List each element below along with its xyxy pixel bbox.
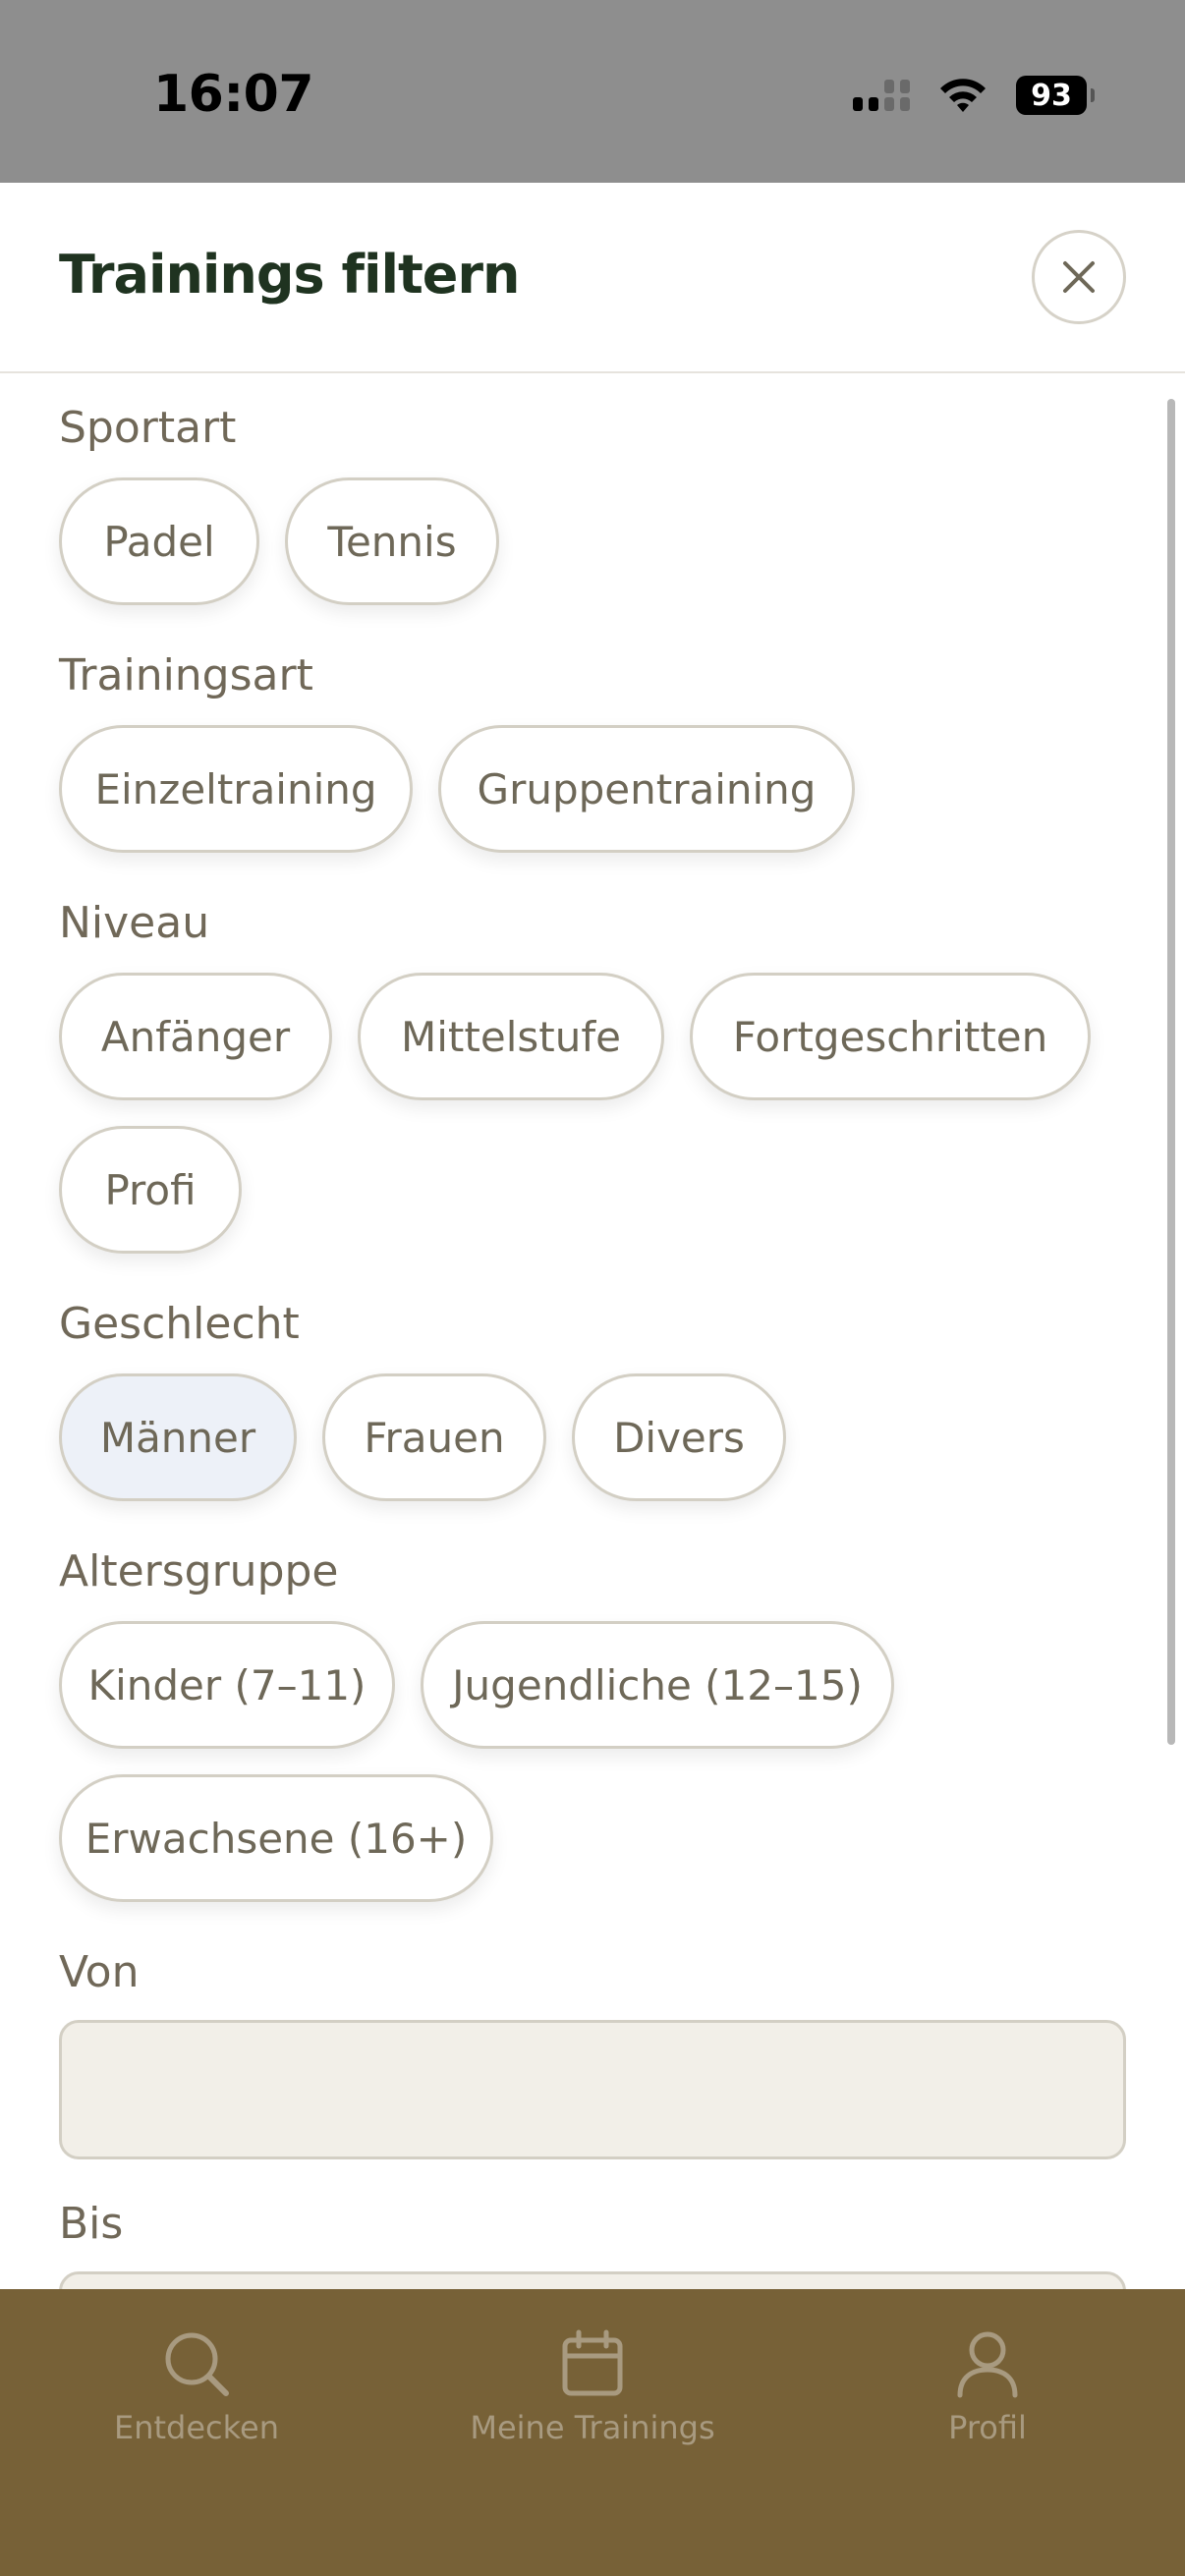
section-level: Niveau bbox=[59, 898, 209, 948]
search-icon bbox=[165, 2332, 229, 2396]
close-button[interactable] bbox=[1032, 230, 1126, 324]
tab-profil[interactable]: Profil bbox=[840, 2328, 1135, 2446]
section-label-sport: Sportart bbox=[59, 403, 237, 453]
sheet-title: Trainings filtern bbox=[59, 244, 520, 306]
tab-bar: Entdecken Meine Trainings Profil bbox=[0, 2289, 1185, 2576]
tab-entdecken[interactable]: Entdecken bbox=[49, 2328, 344, 2446]
section-sport: Sportart bbox=[59, 403, 236, 453]
filter-sheet: Trainings filtern Sportart Padel Tennis … bbox=[0, 183, 1185, 2411]
chip-divers[interactable]: Divers bbox=[572, 1373, 786, 1501]
chip-fortgeschritten[interactable]: Fortgeschritten bbox=[690, 973, 1091, 1100]
chip-tennis[interactable]: Tennis bbox=[285, 477, 499, 605]
section-label-gender: Geschlecht bbox=[59, 1299, 300, 1349]
wifi-icon bbox=[940, 79, 986, 112]
chip-kinder[interactable]: Kinder (7–11) bbox=[59, 1621, 395, 1749]
scrollbar[interactable] bbox=[1167, 399, 1175, 1745]
section-type: Trainingsart bbox=[59, 650, 313, 700]
battery-level: 93 bbox=[1031, 78, 1072, 113]
section-label-type: Trainingsart bbox=[59, 650, 313, 700]
chip-maenner[interactable]: Männer bbox=[59, 1373, 297, 1501]
cellular-signal-icon bbox=[853, 80, 910, 111]
tab-label-entdecken: Entdecken bbox=[114, 2409, 279, 2446]
chip-frauen[interactable]: Frauen bbox=[322, 1373, 546, 1501]
chip-gruppentraining[interactable]: Gruppentraining bbox=[438, 725, 855, 853]
chip-padel[interactable]: Padel bbox=[59, 477, 259, 605]
section-age: Altersgruppe bbox=[59, 1546, 339, 1596]
tab-label-meine-trainings: Meine Trainings bbox=[470, 2409, 715, 2446]
chip-erwachsene[interactable]: Erwachsene (16+) bbox=[59, 1774, 493, 1902]
calendar-icon bbox=[562, 2329, 623, 2396]
chip-mittelstufe[interactable]: Mittelstufe bbox=[358, 973, 664, 1100]
section-gender: Geschlecht bbox=[59, 1299, 300, 1349]
section-label-level: Niveau bbox=[59, 898, 210, 948]
status-icons: 93 bbox=[853, 71, 1095, 120]
status-bar: 16:07 93 bbox=[0, 0, 1185, 183]
chip-anfaenger[interactable]: Anfänger bbox=[59, 973, 332, 1100]
section-label-age: Altersgruppe bbox=[59, 1546, 339, 1596]
chip-jugendliche[interactable]: Jugendliche (12–15) bbox=[421, 1621, 894, 1749]
from-date-field[interactable] bbox=[59, 2020, 1126, 2159]
section-label-to: Bis bbox=[59, 2199, 124, 2249]
section-to: Bis bbox=[59, 2199, 123, 2249]
chip-profi[interactable]: Profi bbox=[59, 1126, 242, 1254]
section-label-from: Von bbox=[59, 1947, 140, 1997]
tab-meine-trainings[interactable]: Meine Trainings bbox=[445, 2328, 740, 2446]
battery-icon: 93 bbox=[1016, 76, 1095, 115]
person-icon bbox=[957, 2331, 1018, 2398]
sheet-header: Trainings filtern bbox=[0, 183, 1185, 373]
section-from: Von bbox=[59, 1947, 140, 1997]
tab-label-profil: Profil bbox=[948, 2409, 1027, 2446]
close-icon bbox=[1063, 261, 1095, 293]
chip-einzeltraining[interactable]: Einzeltraining bbox=[59, 725, 413, 853]
status-time: 16:07 bbox=[153, 65, 314, 124]
